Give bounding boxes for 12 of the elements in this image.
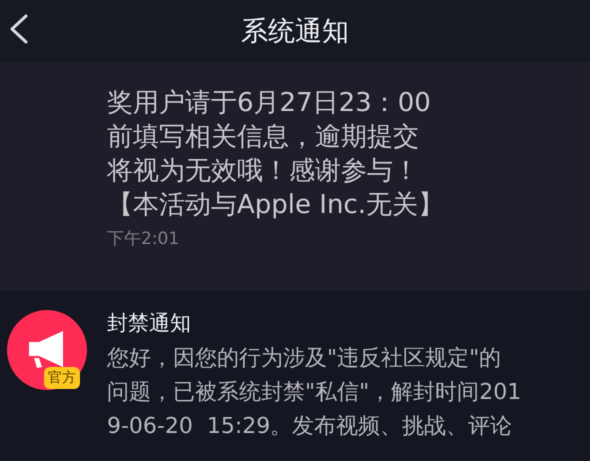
- message-line: 将视为无效哦！感谢参与！: [107, 155, 419, 188]
- message-time: 下午2:01: [107, 228, 180, 250]
- back-icon[interactable]: [8, 14, 30, 44]
- notice-line: 问题，已被系统封禁"私信"，解封时间201: [107, 379, 522, 407]
- notice-title: 封禁通知: [107, 310, 192, 337]
- message-line: 前填写相关信息，逾期提交: [107, 121, 419, 154]
- page-title: 系统通知: [241, 15, 349, 49]
- official-badge: 官方: [44, 367, 80, 389]
- notice-line: 您好，因您的行为涉及"违反社区规定"的: [107, 345, 502, 373]
- notice-line: 9-06-20 15:29。发布视频、挑战、评论: [107, 413, 512, 441]
- message-line: 【本活动与Apple Inc.无关】: [107, 189, 444, 222]
- message-line: 奖用户请于6月27日23：00: [107, 87, 431, 120]
